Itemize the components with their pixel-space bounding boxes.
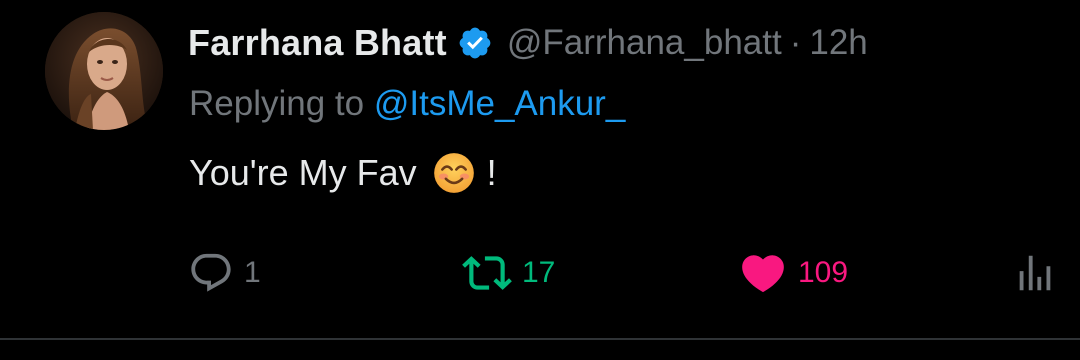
tweet-header: Farrhana Bhatt @Farrhana_bhatt · 12h (188, 18, 868, 68)
divider (0, 338, 1080, 340)
tweet-text-suffix: ! (486, 152, 497, 193)
mention-link[interactable]: @ItsMe_Ankur_ (374, 84, 625, 123)
tweet-text: You're My Fav ! (189, 152, 497, 194)
retweet-button[interactable]: 17 (462, 245, 555, 301)
heart-icon (738, 248, 788, 298)
smiling-face-emoji-icon (433, 152, 475, 194)
replying-to-label: Replying to (189, 84, 365, 123)
retweet-icon (462, 248, 512, 298)
verified-badge-icon (457, 25, 493, 61)
retweet-count: 17 (522, 256, 556, 289)
like-count: 109 (798, 256, 849, 289)
views-button[interactable] (1012, 245, 1058, 301)
reply-count: 1 (244, 256, 261, 289)
tweet-text-main: You're My Fav (189, 152, 417, 193)
tweet-actions: 1 17 109 (0, 245, 1080, 301)
reply-icon (188, 250, 234, 296)
replying-to: Replying to @ItsMe_Ankur_ (189, 84, 625, 124)
avatar[interactable] (45, 12, 163, 130)
reply-button[interactable]: 1 (188, 245, 261, 301)
separator-dot: · (789, 23, 802, 62)
author-name[interactable]: Farrhana Bhatt (188, 22, 447, 64)
timestamp[interactable]: 12h (809, 23, 867, 63)
bar-chart-icon (1012, 250, 1058, 296)
like-button[interactable]: 109 (738, 245, 848, 301)
tweet[interactable]: Farrhana Bhatt @Farrhana_bhatt · 12h Rep… (0, 0, 1080, 338)
author-handle[interactable]: @Farrhana_bhatt (507, 23, 782, 63)
